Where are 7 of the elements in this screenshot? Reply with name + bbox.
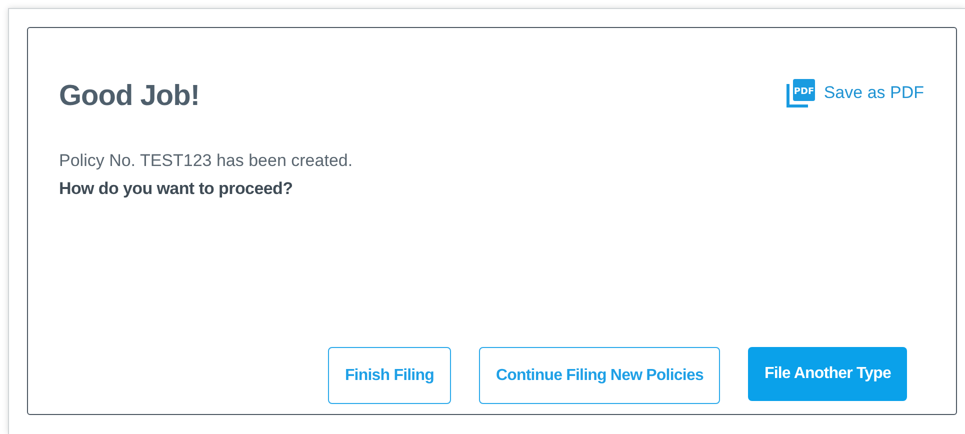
action-button[interactable]: Finish Filing <box>328 347 451 404</box>
proceed-question: How do you want to proceed? <box>59 179 294 199</box>
dialog-title: Good Job! <box>59 80 200 113</box>
action-button[interactable]: File Another Type <box>748 347 907 401</box>
save-as-pdf-link[interactable]: PDF Save as PDF <box>786 78 924 108</box>
action-button[interactable]: Continue Filing New Policies <box>478 347 720 404</box>
status-message: Policy No. TEST123 has been created. <box>59 151 354 171</box>
